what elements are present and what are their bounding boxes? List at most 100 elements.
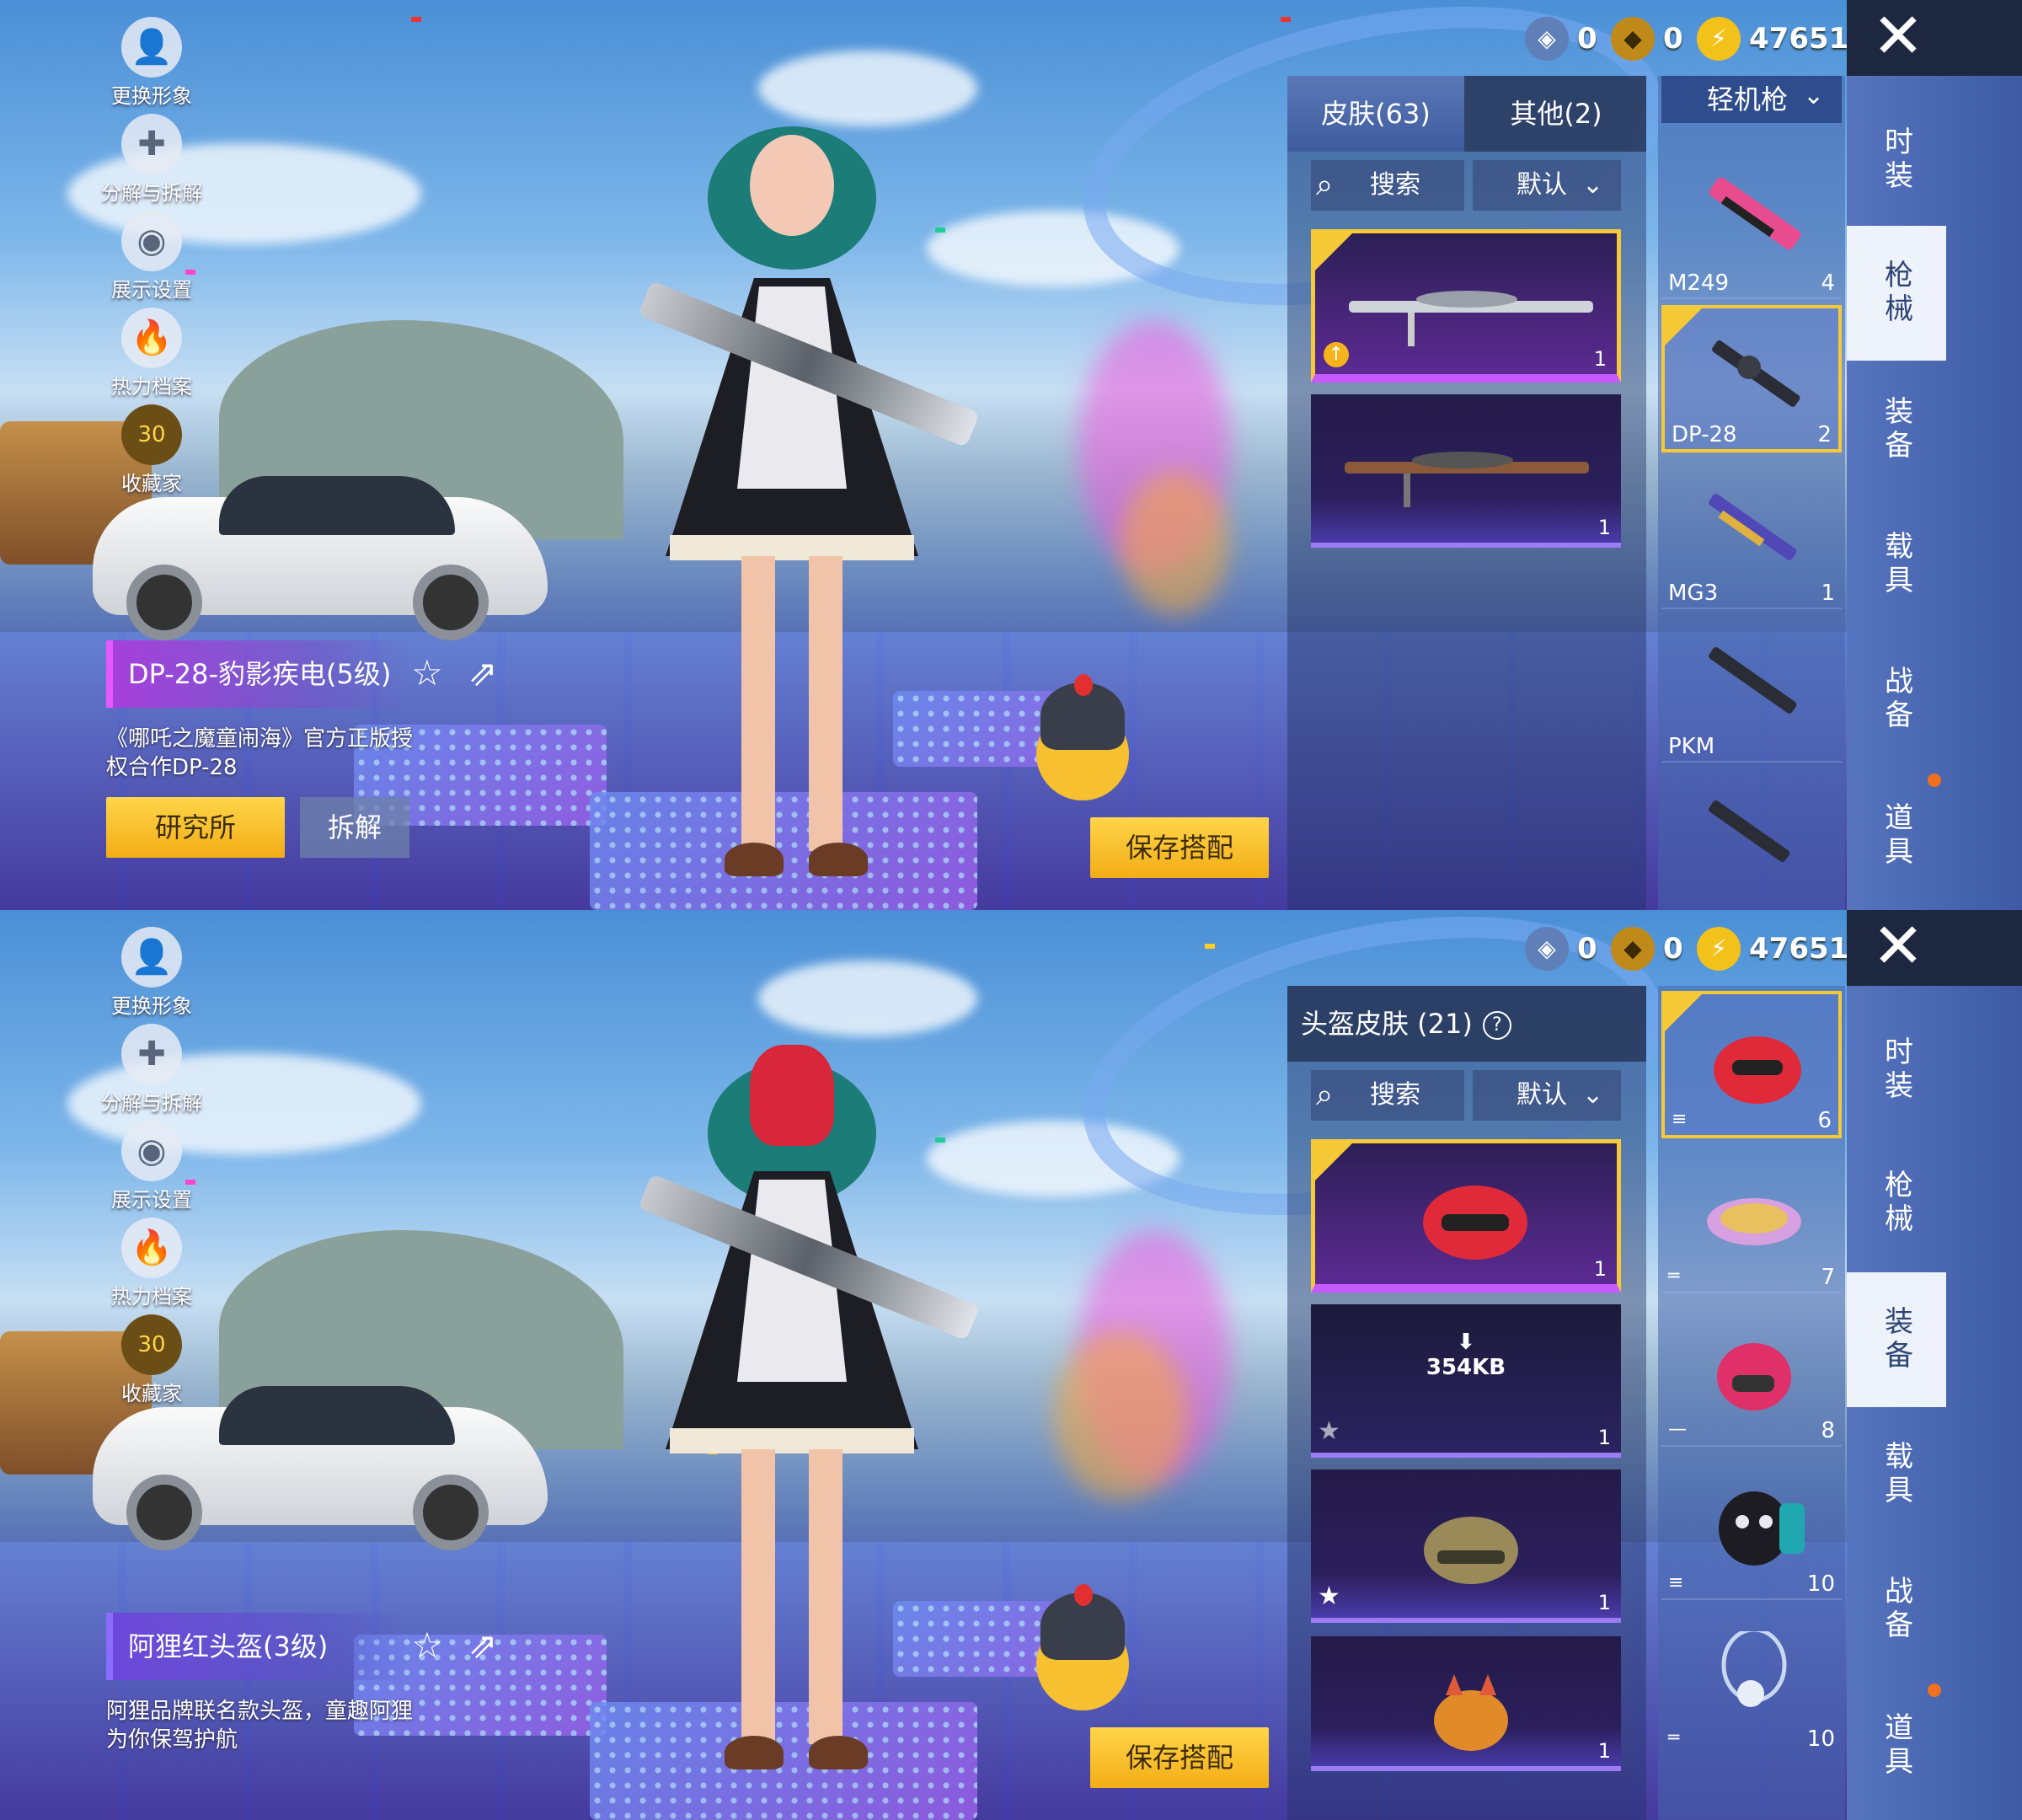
close-icon[interactable]: ✕ <box>1870 5 1926 67</box>
check-icon <box>1665 308 1702 345</box>
weapon-card[interactable] <box>1661 768 1842 910</box>
chevron-down-icon: ⌄ <box>1803 81 1825 110</box>
change-appearance-button[interactable]: 👤 更换形象 <box>84 927 219 1019</box>
tab-items[interactable]: 道具 <box>1847 768 1946 903</box>
weapon-name: M249 <box>1668 270 1730 296</box>
dismantle-button[interactable]: 拆解 <box>300 797 409 858</box>
drag-handle-icon[interactable]: ≡ <box>1668 1572 1683 1593</box>
save-outfit-button[interactable]: 保存搭配 <box>1090 817 1269 878</box>
tab-skins[interactable]: 皮肤(63) <box>1287 76 1464 152</box>
weapon-card-selected[interactable]: DP-28 2 <box>1661 305 1842 452</box>
tab-weapons[interactable]: 枪械 <box>1847 1136 1946 1271</box>
close-icon[interactable]: ✕ <box>1870 915 1926 977</box>
download-indicator[interactable]: ⬇ 354KB <box>1311 1330 1621 1380</box>
equipment-card[interactable]: ═ 7 <box>1661 1146 1842 1293</box>
star-icon[interactable]: ☆ <box>406 1628 448 1663</box>
display-settings-button[interactable]: ◉ 展示设置 <box>84 211 219 302</box>
currency-badge[interactable]: ◆ 0 <box>1611 925 1683 972</box>
tab-equipment[interactable]: 装备 <box>1847 362 1946 497</box>
cloud <box>758 961 977 1036</box>
weapon-card[interactable]: M249 4 <box>1661 152 1842 299</box>
equipment-card[interactable]: — 8 <box>1661 1299 1842 1447</box>
avatar-icon: 👤 <box>121 17 182 78</box>
equipment-card[interactable]: ≡ 10 <box>1661 1453 1842 1600</box>
tab-fashion[interactable]: 时装 <box>1847 1003 1946 1138</box>
dp28-icon <box>1712 340 1800 407</box>
gold-badge-icon: ◆ <box>1611 17 1655 61</box>
skin-card-selected[interactable]: ↑ 1 <box>1311 229 1621 383</box>
player-character <box>638 1028 980 1769</box>
tab-others[interactable]: 其他(2) <box>1466 76 1646 152</box>
chick-pet <box>1036 674 1129 800</box>
tab-weapons[interactable]: 枪械 <box>1847 226 1946 361</box>
eye-icon: ◉ <box>121 1121 182 1181</box>
currency-coupon[interactable]: ◈ 0 <box>1525 925 1597 972</box>
drag-handle-icon[interactable]: — <box>1668 1419 1687 1440</box>
confetti <box>411 17 421 22</box>
collector-badge-icon: 30 <box>121 404 182 465</box>
cloud <box>758 51 977 126</box>
skin-count: 1 <box>1597 1591 1611 1614</box>
confetti <box>935 1138 945 1143</box>
help-icon[interactable]: ? <box>1482 1011 1511 1040</box>
confetti <box>935 228 945 233</box>
military-helmet-skin-icon <box>1424 1517 1518 1584</box>
decompose-button[interactable]: ✚ 分解与拆解 <box>84 114 219 206</box>
save-outfit-button[interactable]: 保存搭配 <box>1090 1727 1269 1788</box>
collector-button[interactable]: 30 收藏家 <box>84 404 219 496</box>
currency-coins[interactable]: ⚡ 47651 <box>1697 925 1848 972</box>
check-icon <box>1315 1143 1352 1180</box>
currency-badge[interactable]: ◆ 0 <box>1611 15 1683 62</box>
eye-icon: ◉ <box>121 211 182 271</box>
decompose-button[interactable]: ✚ 分解与拆解 <box>84 1024 219 1116</box>
heat-archive-button[interactable]: 🔥 热力档案 <box>84 1218 219 1309</box>
drag-handle-icon[interactable]: ═ <box>1668 1727 1679 1748</box>
equipment-card-selected[interactable]: ≡ 6 <box>1661 991 1842 1138</box>
tab-vehicles[interactable]: 载具 <box>1847 497 1946 632</box>
equipment-card[interactable]: ═ 10 <box>1661 1606 1842 1753</box>
notification-dot <box>1928 774 1941 787</box>
research-button[interactable]: 研究所 <box>106 797 285 858</box>
fox-helmet-skin-icon <box>1434 1674 1508 1751</box>
helmet-skins-label: 头盔皮肤 (21) <box>1301 1008 1473 1040</box>
skin-count: 1 <box>1597 516 1611 539</box>
skin-card[interactable]: 1 <box>1311 394 1621 548</box>
fire-icon: 🔥 <box>121 308 182 368</box>
skin-card[interactable]: ⬇ 354KB ★ 1 <box>1311 1304 1621 1458</box>
confetti <box>1205 944 1215 949</box>
menu-label: 分解与拆解 <box>101 181 202 205</box>
change-appearance-button[interactable]: 👤 更换形象 <box>84 17 219 109</box>
tab-combat-gear[interactable]: 战备 <box>1847 632 1946 767</box>
drag-handle-icon[interactable]: ≡ <box>1672 1109 1687 1130</box>
heat-archive-button[interactable]: 🔥 热力档案 <box>84 308 219 399</box>
share-icon[interactable]: ⇗ <box>462 656 504 691</box>
weapon-card[interactable]: MG3 1 <box>1661 462 1842 609</box>
star-icon[interactable]: ☆ <box>406 656 448 691</box>
screen-weapon-skins: 👤 更换形象 ✚ 分解与拆解 ◉ 展示设置 🔥 热力档案 30 收藏家 DP-2… <box>0 0 2022 910</box>
star-filled-icon: ★ <box>1318 1582 1340 1611</box>
currency-coins[interactable]: ⚡ 47651 <box>1697 15 1848 62</box>
share-icon[interactable]: ⇗ <box>462 1628 504 1663</box>
display-settings-button[interactable]: ◉ 展示设置 <box>84 1121 219 1212</box>
m249-icon <box>1709 177 1801 250</box>
skin-card[interactable]: ★ 1 <box>1311 1469 1621 1623</box>
skin-card[interactable]: 1 <box>1311 1636 1621 1771</box>
skin-card-selected[interactable]: 1 <box>1311 1139 1621 1293</box>
weapon-card[interactable]: PKM <box>1661 615 1842 763</box>
currency-value: 47651 <box>1749 932 1849 966</box>
tab-items[interactable]: 道具 <box>1847 1678 1946 1813</box>
tab-fashion[interactable]: 时装 <box>1847 93 1946 228</box>
collector-button[interactable]: 30 收藏家 <box>84 1314 219 1406</box>
pkm-icon <box>1709 647 1797 714</box>
tab-vehicles[interactable]: 载具 <box>1847 1407 1946 1542</box>
avatar-icon: 👤 <box>121 927 182 988</box>
drag-handle-icon[interactable]: ═ <box>1668 1266 1679 1287</box>
ali-red-helmet-skin-icon <box>1423 1186 1527 1260</box>
tab-combat-gear[interactable]: 战备 <box>1847 1542 1946 1677</box>
download-size: 354KB <box>1426 1355 1506 1380</box>
menu-label: 展示设置 <box>111 1188 192 1212</box>
equipment-count: 6 <box>1817 1108 1832 1133</box>
currency-coupon[interactable]: ◈ 0 <box>1525 15 1597 62</box>
tab-equipment[interactable]: 装备 <box>1847 1272 1946 1407</box>
item-title: 阿狸红头盔(3级) <box>106 1613 409 1680</box>
